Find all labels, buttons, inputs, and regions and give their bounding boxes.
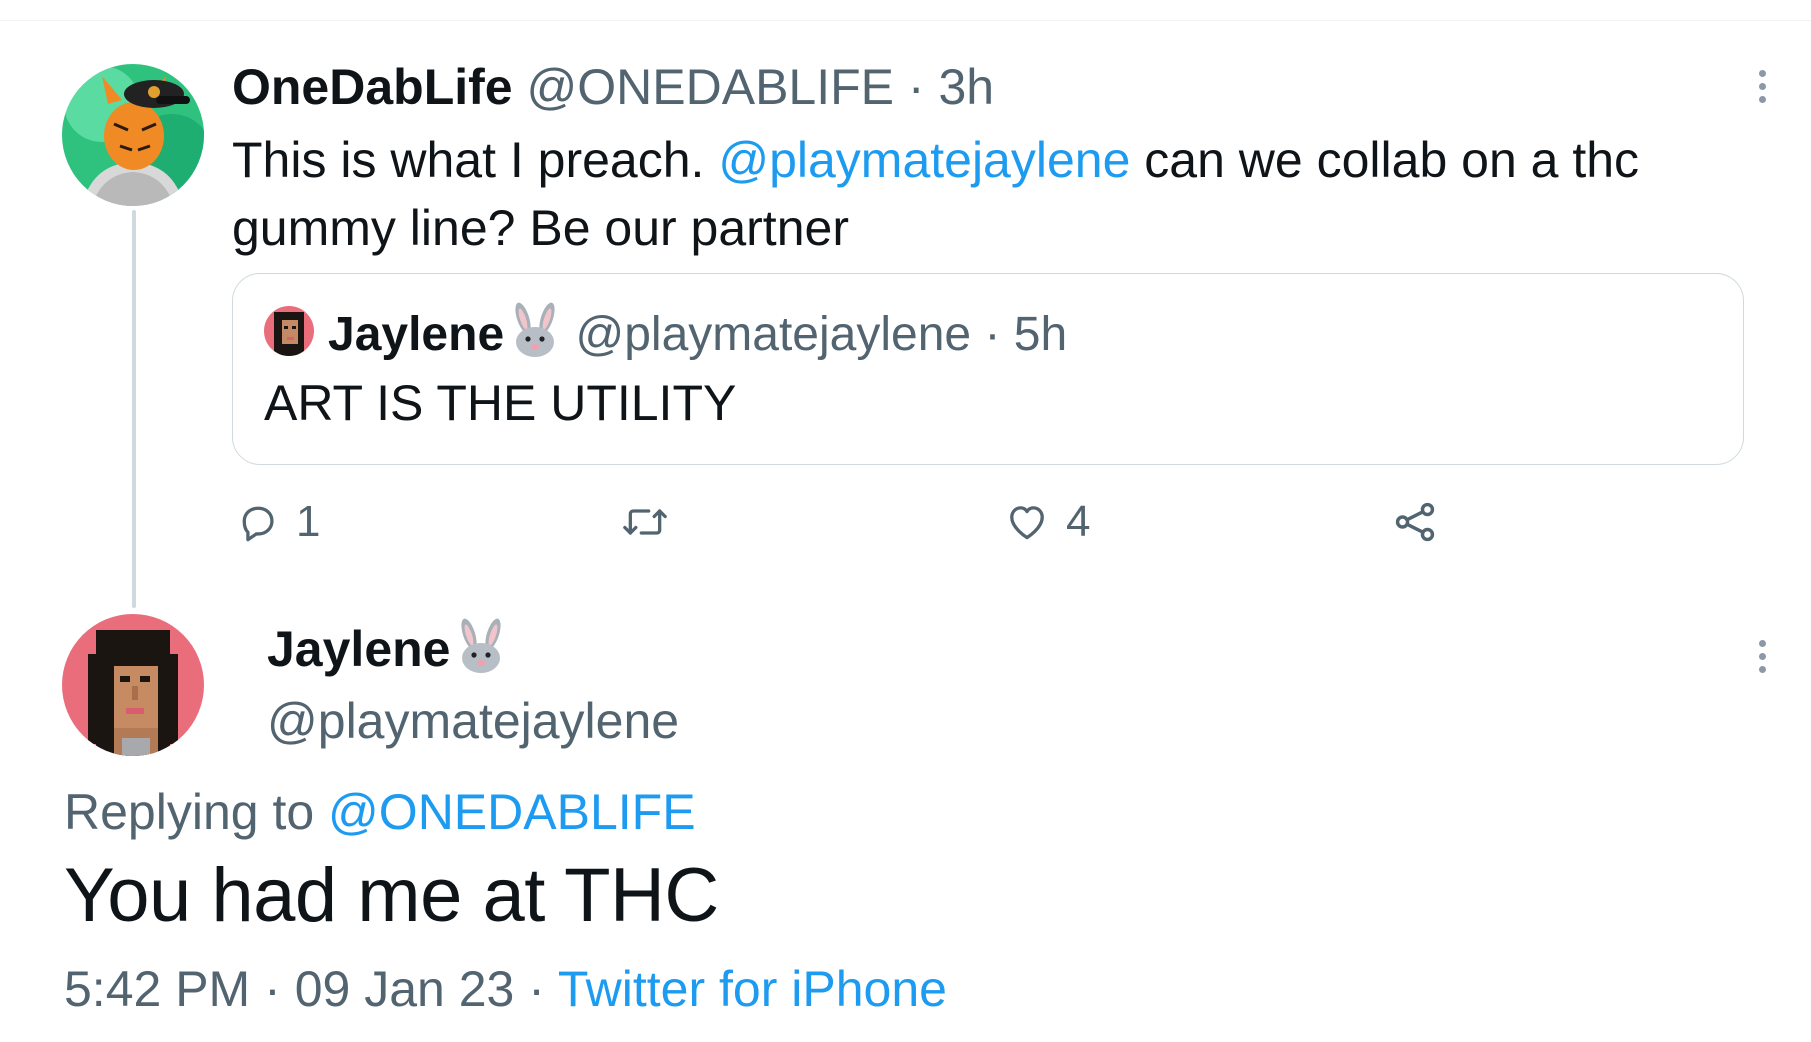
reply-count: 1 bbox=[296, 497, 321, 546]
tweet-time[interactable]: 3h bbox=[938, 59, 994, 115]
replying-to: Replying to @ONEDABLIFE bbox=[64, 783, 696, 841]
reply-author-name[interactable]: Jaylene bbox=[267, 621, 450, 677]
like-count: 4 bbox=[1066, 497, 1091, 546]
reply-author-handle[interactable]: @playmatejaylene bbox=[267, 692, 679, 750]
tweet-author-name[interactable]: OneDabLife bbox=[232, 59, 513, 115]
meta-separator-1: · bbox=[264, 961, 281, 1017]
rabbit-face-icon bbox=[461, 618, 502, 673]
quoted-author-name: Jaylene bbox=[328, 308, 505, 361]
reply-author-name-row: Jaylene bbox=[267, 618, 508, 678]
tweet-text: This is what I preach. @playmatejaylene … bbox=[232, 126, 1712, 262]
tweet-author-handle[interactable]: @ONEDABLIFE bbox=[527, 59, 895, 115]
quoted-author-handle: @playmatejaylene bbox=[575, 308, 972, 361]
like-action[interactable]: 4 bbox=[1004, 494, 1090, 550]
share-action[interactable] bbox=[1392, 494, 1438, 550]
share-icon bbox=[1395, 502, 1435, 542]
reply-meta: 5:42 PM · 09 Jan 23 · Twitter for iPhone bbox=[64, 960, 947, 1018]
reply-time[interactable]: 5:42 PM bbox=[64, 961, 250, 1017]
avatar-jaylene[interactable] bbox=[62, 614, 204, 756]
rabbit-face-icon bbox=[515, 302, 555, 357]
tweet-more-icon[interactable] bbox=[1756, 70, 1768, 103]
header-separator: · bbox=[907, 59, 925, 115]
thread-connector-line bbox=[132, 210, 136, 608]
reply-source-link[interactable]: Twitter for iPhone bbox=[558, 961, 947, 1017]
quoted-tweet-time: 5h bbox=[1013, 308, 1068, 361]
replying-to-label: Replying to bbox=[64, 784, 329, 840]
reply-date[interactable]: 09 Jan 23 bbox=[295, 961, 515, 1017]
reply-action[interactable]: 1 bbox=[236, 494, 320, 550]
quoted-author-avatar bbox=[264, 306, 314, 356]
quoted-tweet-text: ART IS THE UTILITY bbox=[264, 375, 737, 431]
top-divider bbox=[0, 20, 1811, 21]
quoted-header-separator: · bbox=[984, 308, 1001, 361]
retweet-icon bbox=[623, 509, 667, 535]
like-icon bbox=[1010, 506, 1044, 540]
replying-to-link[interactable]: @ONEDABLIFE bbox=[328, 784, 696, 840]
tweet-mention-link[interactable]: @playmatejaylene bbox=[718, 132, 1130, 188]
avatar-onedablife[interactable] bbox=[62, 64, 204, 206]
quoted-tweet-header: Jaylene @playmatejaylene · 5h bbox=[328, 302, 1067, 362]
reply-text: You had me at THC bbox=[64, 853, 719, 938]
reply-more-icon[interactable] bbox=[1756, 640, 1768, 673]
reply-icon bbox=[242, 506, 274, 542]
tweet-text-before: This is what I preach. bbox=[232, 132, 719, 188]
tweet-header: OneDabLife @ONEDABLIFE · 3h bbox=[232, 58, 994, 116]
retweet-action[interactable] bbox=[620, 494, 670, 550]
meta-separator-2: · bbox=[528, 961, 545, 1017]
